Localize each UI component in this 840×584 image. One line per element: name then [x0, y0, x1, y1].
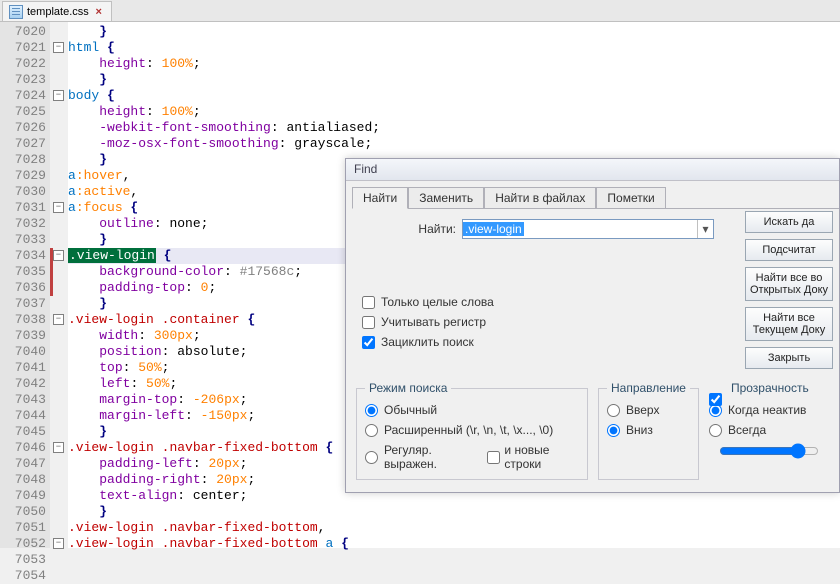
fold-icon[interactable]: − [53, 90, 64, 101]
transparency-checkbox[interactable] [709, 393, 722, 406]
find-dialog: Find Найти Заменить Найти в файлах Помет… [345, 158, 840, 493]
fold-icon[interactable]: − [53, 538, 64, 549]
dir-down-radio[interactable]: Вниз [607, 423, 690, 437]
code-line[interactable]: -webkit-font-smoothing: antialiased; [68, 120, 840, 136]
count-button[interactable]: Подсчитат [745, 239, 833, 261]
fold-column: − − − − − − − [50, 22, 68, 548]
tab-replace[interactable]: Заменить [408, 187, 484, 209]
find-label: Найти: [398, 222, 456, 236]
trans-inactive-radio[interactable]: Когда неактив [709, 403, 823, 417]
newlines-label: и новые строки [504, 443, 579, 471]
button-column: Искать да Подсчитат Найти все во Открыты… [745, 211, 833, 369]
transparency-fieldset: Прозрачность Когда неактив Всегда [709, 381, 831, 480]
fold-icon[interactable]: − [53, 314, 64, 325]
code-line[interactable]: height: 100%; [68, 56, 840, 72]
trans-always-label: Всегда [728, 423, 766, 437]
fold-icon[interactable]: − [53, 42, 64, 53]
mode-normal-label: Обычный [384, 403, 437, 417]
line-number-gutter: 7020702170227023702470257026702770287029… [0, 22, 50, 548]
code-line[interactable]: } [68, 24, 840, 40]
match-case-label: Учитывать регистр [381, 315, 486, 329]
code-line[interactable]: height: 100%; [68, 104, 840, 120]
direction-legend: Направление [607, 381, 690, 395]
code-line[interactable]: } [68, 72, 840, 88]
find-input-value[interactable]: .view-login [463, 222, 524, 236]
mode-normal-radio[interactable]: Обычный [365, 403, 579, 417]
mode-extended-label: Расширенный (\r, \n, \t, \x..., \0) [384, 423, 553, 437]
tab-find[interactable]: Найти [352, 187, 408, 209]
find-all-current-button[interactable]: Найти все Текущем Доку [745, 307, 833, 341]
tab-find-in-files[interactable]: Найти в файлах [484, 187, 596, 209]
trans-always-radio[interactable]: Всегда [709, 423, 823, 437]
file-icon [9, 5, 23, 19]
tab-marks[interactable]: Пометки [596, 187, 665, 209]
fold-icon[interactable]: − [53, 202, 64, 213]
newlines-checkbox[interactable]: и новые строки [487, 443, 579, 471]
search-mode-fieldset: Режим поиска Обычный Расширенный (\r, \n… [356, 381, 588, 480]
mode-regex-label: Регуляр. выражен. [384, 443, 475, 471]
dialog-tabs: Найти Заменить Найти в файлах Пометки [352, 186, 839, 209]
whole-word-label: Только целые слова [381, 295, 494, 309]
wrap-label: Зациклить поиск [381, 335, 474, 349]
bottom-fieldsets: Режим поиска Обычный Расширенный (\r, \n… [356, 381, 831, 480]
code-line[interactable]: html { [68, 40, 840, 56]
file-tab-label: template.css [27, 6, 89, 18]
close-button[interactable]: Закрыть [745, 347, 833, 369]
search-mode-legend: Режим поиска [365, 381, 451, 395]
trans-inactive-label: Когда неактив [728, 403, 806, 417]
find-all-open-button[interactable]: Найти все во Открытых Доку [745, 267, 833, 301]
dialog-body: Найти: .view-login ▾ Искать да Подсчитат… [346, 209, 839, 488]
dir-up-radio[interactable]: Вверх [607, 403, 690, 417]
file-tab[interactable]: template.css × [2, 1, 112, 21]
editor-tab-bar: template.css × [0, 0, 840, 22]
find-next-button[interactable]: Искать да [745, 211, 833, 233]
code-line[interactable]: } [68, 504, 840, 520]
dialog-title[interactable]: Find [346, 159, 839, 181]
dir-down-label: Вниз [626, 423, 653, 437]
code-line[interactable]: .view-login .navbar-fixed-bottom a { [68, 536, 840, 552]
code-line[interactable]: body { [68, 88, 840, 104]
code-line[interactable]: -moz-osx-font-smoothing: grayscale; [68, 136, 840, 152]
code-line[interactable]: .view-login .navbar-fixed-bottom, [68, 520, 840, 536]
transparency-legend: Прозрачность [727, 381, 813, 395]
mode-regex-radio[interactable]: Регуляр. выражен. [365, 443, 475, 471]
chevron-down-icon[interactable]: ▾ [697, 220, 713, 238]
find-combo[interactable]: .view-login ▾ [462, 219, 714, 239]
fold-icon[interactable]: − [53, 442, 64, 453]
direction-fieldset: Направление Вверх Вниз [598, 381, 699, 480]
fold-icon[interactable]: − [53, 250, 64, 261]
mode-extended-radio[interactable]: Расширенный (\r, \n, \t, \x..., \0) [365, 423, 579, 437]
dir-up-label: Вверх [626, 403, 659, 417]
close-icon[interactable]: × [93, 6, 105, 18]
transparency-slider[interactable] [719, 443, 819, 459]
